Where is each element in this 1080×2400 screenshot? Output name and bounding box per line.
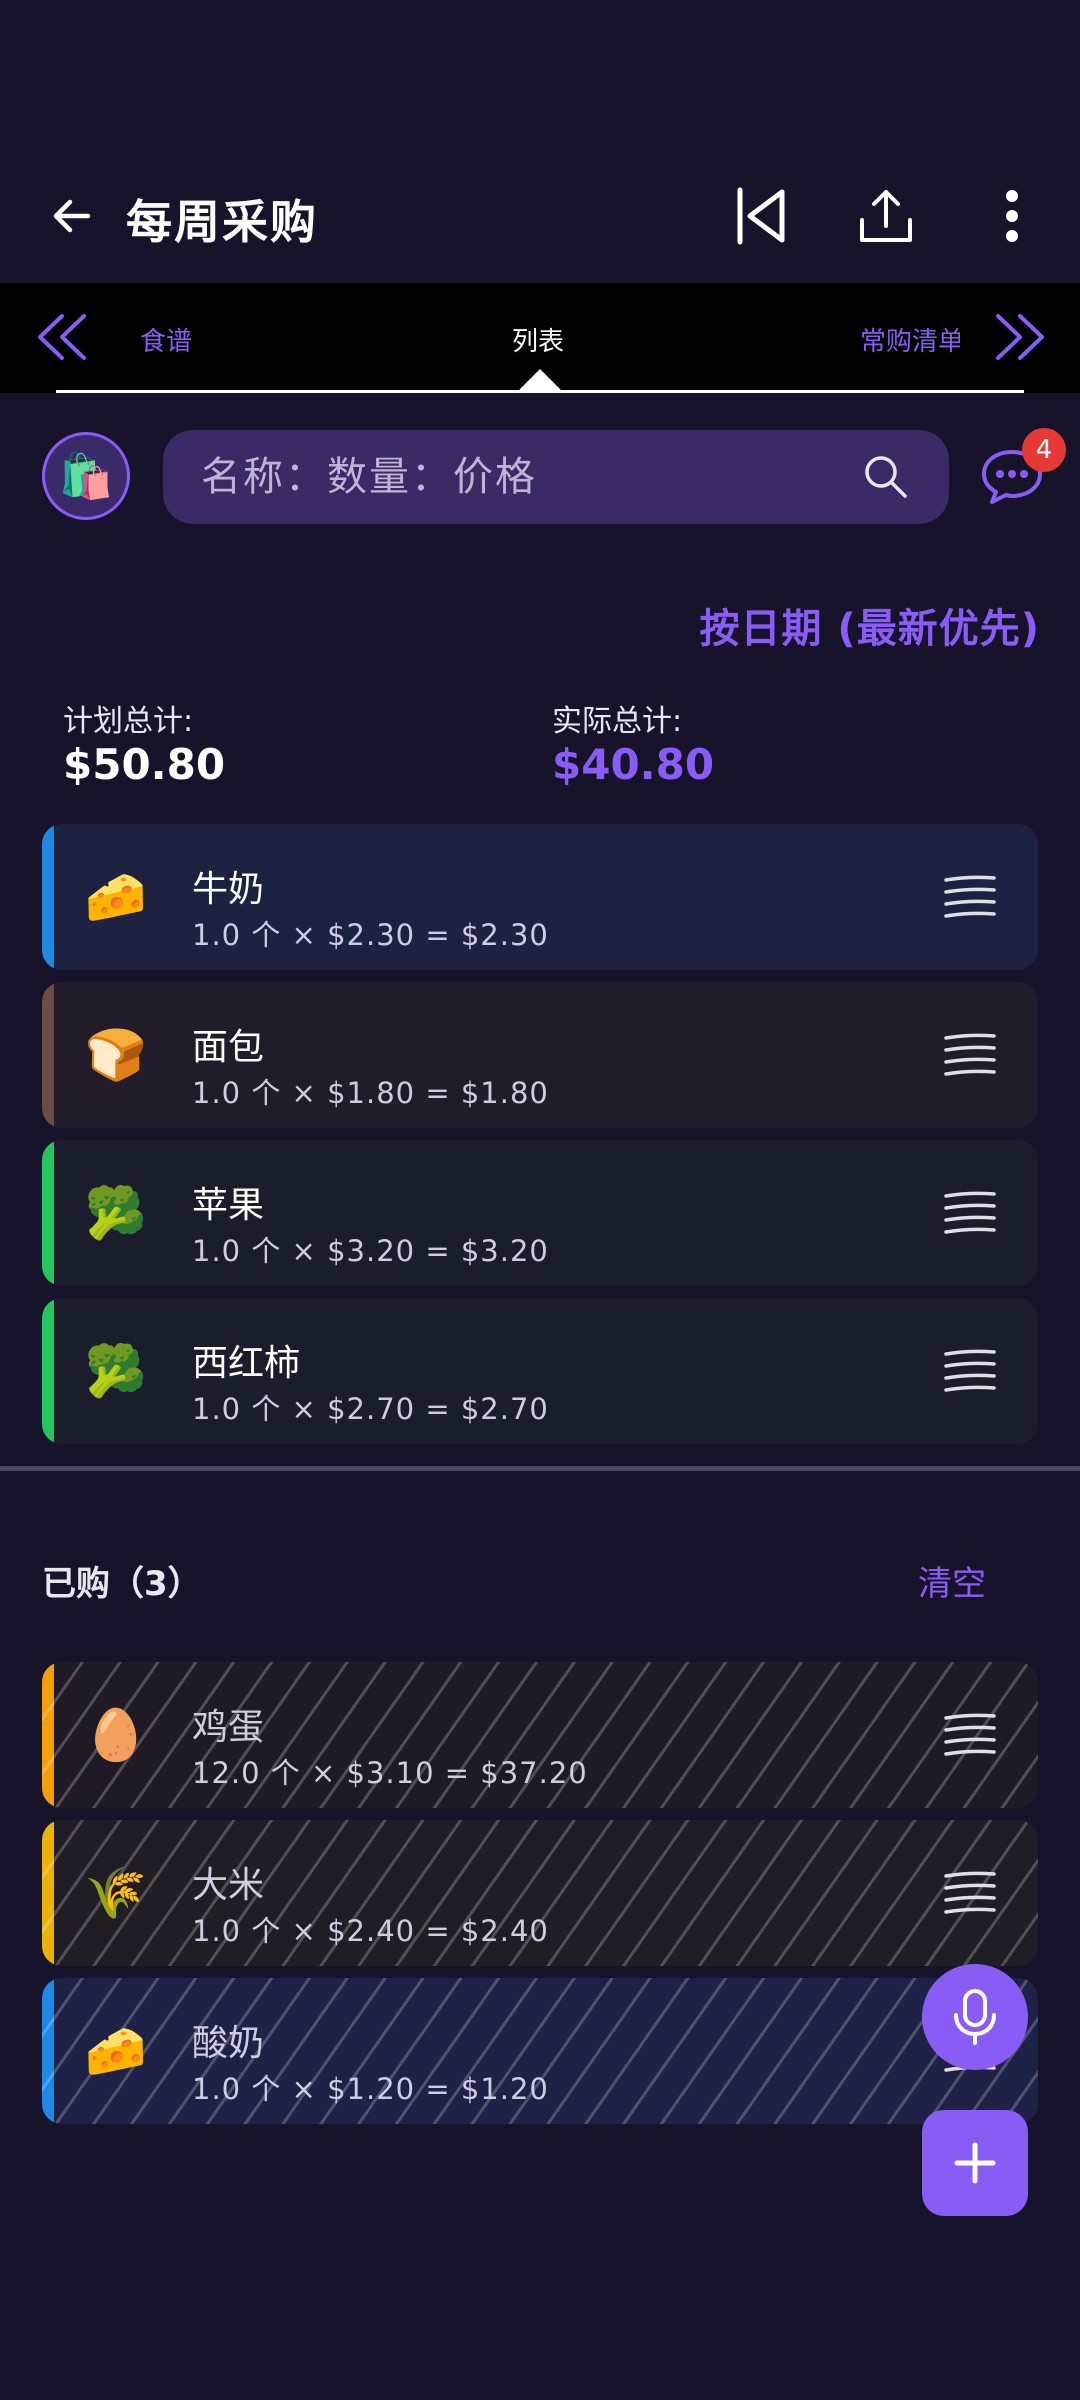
tab-scroll-right-button[interactable] xyxy=(990,307,1050,367)
item-name: 牛奶 xyxy=(192,869,265,910)
item-name: 苹果 xyxy=(192,1185,265,1226)
shopping-list: 🧀 牛奶 1.0 个 × $2.30 = $2.30 🍞 面包 1.0 个 × … xyxy=(42,824,1038,1456)
category-color-bar xyxy=(42,1298,54,1444)
drag-handle-icon[interactable] xyxy=(942,1348,998,1392)
double-chevron-right-icon xyxy=(996,314,1044,360)
item-name: 西红柿 xyxy=(192,1343,301,1384)
double-chevron-left-icon xyxy=(38,314,86,360)
status-bar xyxy=(0,0,1080,150)
item-name: 面包 xyxy=(192,1027,265,1068)
drag-handle-icon[interactable] xyxy=(942,1712,998,1756)
item-name: 大米 xyxy=(192,1865,265,1906)
item-name: 鸡蛋 xyxy=(192,1707,265,1748)
back-button[interactable] xyxy=(36,180,108,252)
actual-total-value: $40.80 xyxy=(552,740,715,789)
item-detail: 1.0 个 × $3.20 = $3.20 xyxy=(192,1234,549,1268)
shopping-bag-avatar[interactable]: 🛍️ xyxy=(42,432,130,520)
cheese-icon: 🧀 xyxy=(84,2022,148,2080)
bought-item[interactable]: 🌾 大米 1.0 个 × $2.40 = $2.40 xyxy=(42,1820,1038,1966)
tab-indicator-pointer xyxy=(518,369,562,391)
egg-icon: 🥚 xyxy=(84,1706,148,1764)
shopping-bags-icon: 🛍️ xyxy=(58,451,114,502)
tab-recipes[interactable]: 食谱 xyxy=(140,321,192,358)
bought-item[interactable]: 🥚 鸡蛋 12.0 个 × $3.10 = $37.20 xyxy=(42,1662,1038,1808)
list-item[interactable]: 🥦 苹果 1.0 个 × $3.20 = $3.20 xyxy=(42,1140,1038,1286)
tab-list[interactable]: 列表 xyxy=(512,321,564,358)
item-detail: 1.0 个 × $2.40 = $2.40 xyxy=(192,1914,549,1948)
item-detail: 12.0 个 × $3.10 = $37.20 xyxy=(192,1756,588,1790)
totals-summary: 计划总计: $50.80 实际总计: $40.80 xyxy=(0,696,1080,796)
category-color-bar xyxy=(42,982,54,1128)
microphone-icon xyxy=(954,1989,996,2045)
bought-item[interactable]: 🧀 酸奶 1.0 个 × $1.20 = $1.20 xyxy=(42,1978,1038,2124)
bought-list: 🥚 鸡蛋 12.0 个 × $3.10 = $37.20 🌾 大米 1.0 个 … xyxy=(42,1662,1038,2136)
drag-handle-icon[interactable] xyxy=(942,874,998,918)
section-divider xyxy=(0,1466,1080,1471)
more-options-button[interactable] xyxy=(976,180,1048,252)
cheese-icon: 🧀 xyxy=(84,868,148,926)
planned-total-label: 计划总计: xyxy=(63,704,194,739)
bought-section-header: 已购（3） xyxy=(42,1564,202,1604)
tab-scroll-left-button[interactable] xyxy=(32,307,92,367)
skip-previous-icon xyxy=(737,187,785,245)
list-item[interactable]: 🥦 西红柿 1.0 个 × $2.70 = $2.70 xyxy=(42,1298,1038,1444)
drag-handle-icon[interactable] xyxy=(942,1032,998,1076)
add-item-button[interactable] xyxy=(922,2110,1028,2216)
item-detail: 1.0 个 × $2.70 = $2.70 xyxy=(192,1392,549,1426)
broccoli-icon: 🥦 xyxy=(84,1184,148,1242)
planned-total-value: $50.80 xyxy=(63,740,226,789)
search-row: 🛍️ xyxy=(0,426,1080,526)
item-detail: 1.0 个 × $1.80 = $1.80 xyxy=(192,1076,549,1110)
rice-icon: 🌾 xyxy=(84,1864,148,1922)
search-icon[interactable] xyxy=(861,452,911,502)
tab-bar: 食谱 列表 常购清单 xyxy=(0,283,1080,393)
drag-handle-icon[interactable] xyxy=(942,1190,998,1234)
tab-frequent[interactable]: 常购清单 xyxy=(860,321,960,358)
list-item[interactable]: 🧀 牛奶 1.0 个 × $2.30 = $2.30 xyxy=(42,824,1038,970)
search-bar[interactable] xyxy=(163,430,949,524)
top-app-bar: 每周采购 xyxy=(0,150,1080,283)
list-item[interactable]: 🍞 面包 1.0 个 × $1.80 = $1.80 xyxy=(42,982,1038,1128)
item-detail: 1.0 个 × $2.30 = $2.30 xyxy=(192,918,549,952)
actual-total-label: 实际总计: xyxy=(552,704,683,739)
plus-icon xyxy=(954,2142,996,2184)
clear-bought-button[interactable]: 清空 xyxy=(918,1556,986,1605)
page-title: 每周采购 xyxy=(126,195,318,249)
broccoli-icon: 🥦 xyxy=(84,1342,148,1400)
item-name: 酸奶 xyxy=(192,2023,265,2064)
voice-input-button[interactable] xyxy=(922,1964,1028,2070)
more-vertical-icon xyxy=(1006,190,1018,242)
share-button[interactable] xyxy=(850,180,922,252)
share-icon xyxy=(860,190,912,242)
sort-order-label[interactable]: 按日期 (最新优先) xyxy=(700,596,1041,654)
drag-handle-icon[interactable] xyxy=(942,1870,998,1914)
search-input[interactable] xyxy=(201,454,821,500)
item-detail: 1.0 个 × $1.20 = $1.20 xyxy=(192,2072,549,2106)
bread-icon: 🍞 xyxy=(84,1026,148,1084)
category-color-bar xyxy=(42,1140,54,1286)
category-color-bar xyxy=(42,824,54,970)
skip-to-start-button[interactable] xyxy=(724,180,796,252)
chat-notification-badge: 4 xyxy=(1022,428,1066,472)
arrow-left-icon xyxy=(53,199,91,233)
